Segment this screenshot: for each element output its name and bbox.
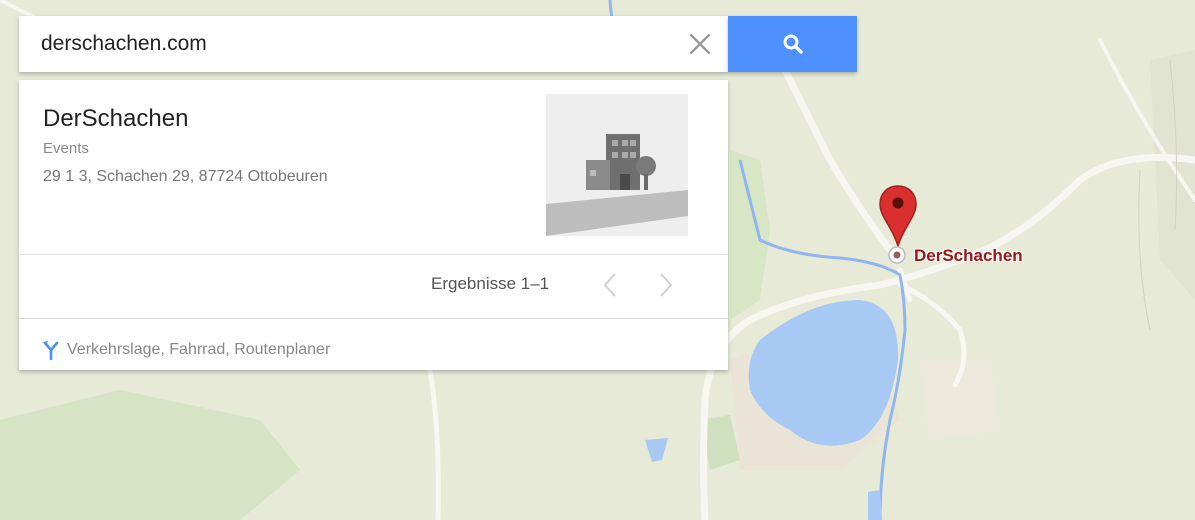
map-pond bbox=[868, 490, 882, 520]
place-name: DerSchachen bbox=[43, 105, 189, 132]
search-icon bbox=[783, 34, 803, 54]
search-box bbox=[19, 16, 728, 72]
chevron-right-icon bbox=[660, 273, 673, 297]
map-pin-icon bbox=[879, 185, 917, 264]
chevron-left-icon bbox=[603, 273, 616, 297]
place-category: Events bbox=[43, 140, 89, 157]
route-fork-icon bbox=[43, 341, 59, 360]
place-thumbnail bbox=[546, 94, 688, 236]
map-pin[interactable] bbox=[878, 184, 918, 266]
next-page-button[interactable] bbox=[651, 268, 679, 302]
results-count: Ergebnisse 1–1 bbox=[431, 274, 550, 293]
divider bbox=[19, 254, 728, 255]
close-icon bbox=[689, 33, 711, 55]
building-icon bbox=[546, 134, 688, 236]
divider bbox=[19, 318, 728, 319]
clear-search-button[interactable] bbox=[684, 28, 716, 60]
traffic-bike-routeplanner-link[interactable]: Verkehrslage, Fahrrad, Routenplaner bbox=[43, 338, 330, 362]
previous-page-button[interactable] bbox=[597, 268, 625, 302]
place-address: 29 1 3, Schachen 29, 87724 Ottobeuren bbox=[43, 168, 328, 185]
result-item[interactable]: DerSchachen Events 29 1 3, Schachen 29, … bbox=[19, 80, 728, 254]
map-pin-label[interactable]: DerSchachen bbox=[914, 246, 1023, 266]
traffic-bike-routeplanner-label: Verkehrslage, Fahrrad, Routenplaner bbox=[67, 341, 331, 358]
search-button[interactable] bbox=[728, 16, 857, 72]
result-card: DerSchachen Events 29 1 3, Schachen 29, … bbox=[19, 80, 728, 370]
search-input[interactable] bbox=[41, 16, 681, 72]
